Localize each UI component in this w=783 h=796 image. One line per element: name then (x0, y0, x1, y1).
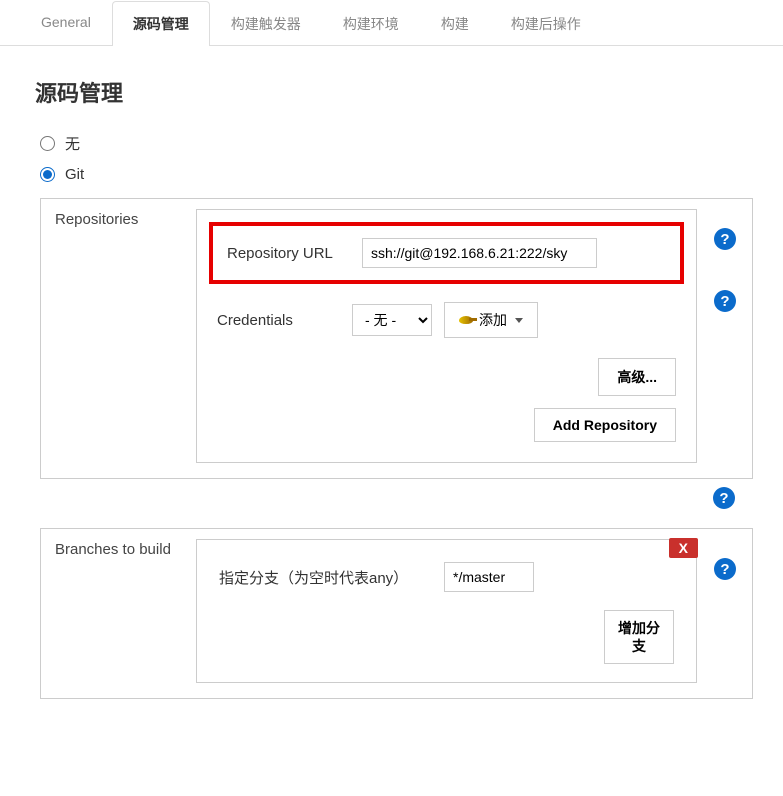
tab-triggers[interactable]: 构建触发器 (210, 1, 322, 46)
radio-git[interactable] (40, 167, 55, 182)
branch-spec-input[interactable] (444, 562, 534, 592)
add-repository-button[interactable]: Add Repository (534, 408, 676, 442)
branches-label: Branches to build (41, 529, 196, 570)
repo-url-input[interactable] (362, 238, 597, 268)
radio-none[interactable] (40, 136, 55, 151)
key-icon (459, 316, 473, 324)
branch-spec-label: 指定分支（为空时代表any） (219, 567, 444, 588)
advanced-button[interactable]: 高级... (598, 358, 676, 396)
tab-post[interactable]: 构建后操作 (490, 1, 602, 46)
radio-none-label: 无 (65, 133, 80, 154)
radio-git-label: Git (65, 166, 84, 183)
repositories-label: Repositories (41, 199, 196, 240)
credentials-label: Credentials (217, 312, 352, 329)
repo-url-label: Repository URL (227, 245, 362, 262)
credentials-select[interactable]: - 无 - (352, 304, 432, 336)
remove-branch-button[interactable]: X (669, 538, 698, 558)
tab-scm[interactable]: 源码管理 (112, 1, 210, 46)
tab-general[interactable]: General (20, 1, 112, 46)
help-icon[interactable]: ? (714, 558, 736, 580)
help-icon[interactable]: ? (714, 290, 736, 312)
caret-down-icon (515, 318, 523, 323)
help-icon[interactable]: ? (714, 228, 736, 250)
add-branch-button[interactable]: 增加分支 (604, 610, 674, 664)
add-credentials-button[interactable]: 添加 (444, 302, 538, 338)
tab-build[interactable]: 构建 (420, 1, 490, 46)
section-title: 源码管理 (35, 76, 753, 108)
url-highlight-box: Repository URL (209, 222, 684, 284)
help-icon[interactable]: ? (713, 487, 735, 509)
tab-env[interactable]: 构建环境 (322, 1, 420, 46)
add-credentials-label: 添加 (479, 310, 507, 330)
